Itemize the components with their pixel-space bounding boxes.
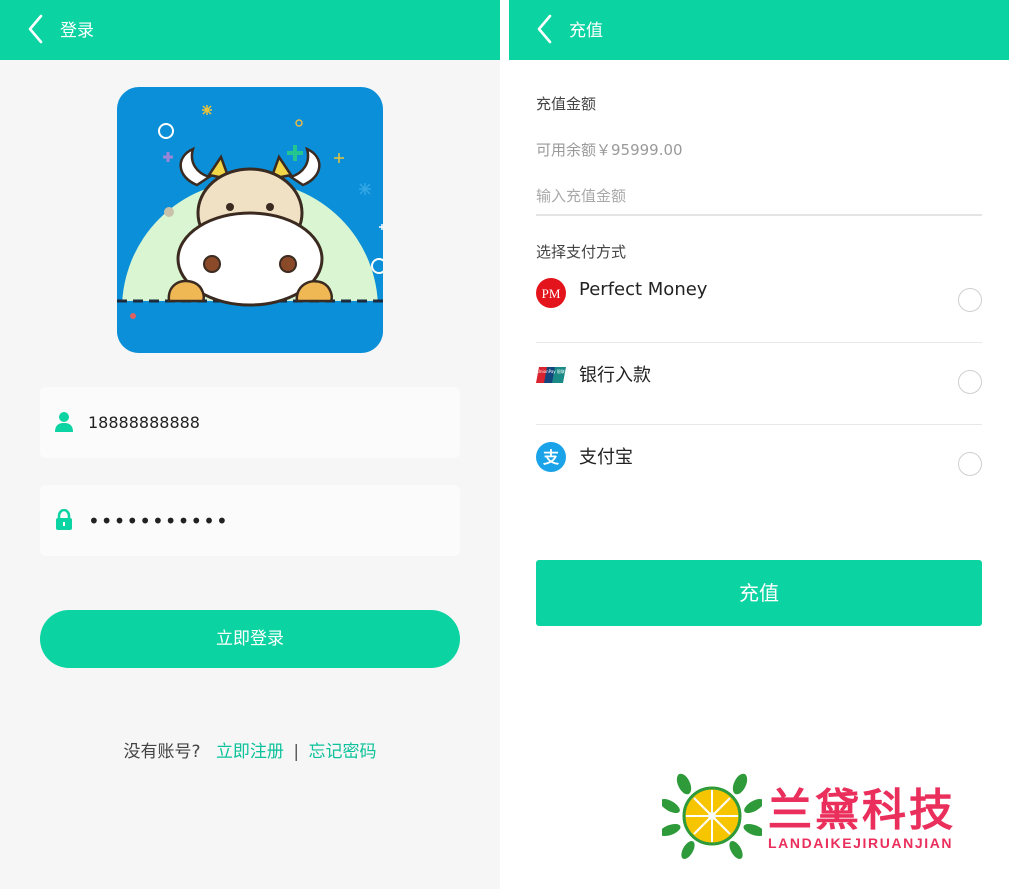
no-account-text: 没有账号?	[123, 742, 201, 762]
payment-radio[interactable]	[958, 288, 982, 312]
login-header: 登录	[0, 0, 500, 60]
app-logo-cow	[117, 87, 383, 353]
payment-option-label: 支付宝	[579, 447, 633, 468]
password-input[interactable]	[88, 485, 448, 556]
phone-input[interactable]	[88, 387, 448, 458]
login-button[interactable]: 立即登录	[40, 610, 460, 668]
watermark-cn-text: 兰黛科技	[768, 785, 956, 836]
phone-field	[40, 387, 460, 458]
user-icon	[55, 412, 73, 432]
page-title: 充值	[569, 21, 603, 41]
payment-option-perfect-money[interactable]: PM Perfect Money	[536, 261, 982, 343]
register-link[interactable]: 立即注册	[216, 742, 284, 762]
back-arrow-icon[interactable]	[533, 12, 563, 46]
unionpay-icon: UnionPay 银联	[536, 367, 566, 383]
svg-text:UnionPay 银联: UnionPay 银联	[537, 368, 565, 374]
recharge-header: 充值	[509, 0, 1009, 60]
watermark-logo: 兰黛科技 LANDAIKEJIRUANJIAN	[662, 772, 982, 862]
forgot-password-link[interactable]: 忘记密码	[308, 742, 376, 762]
password-field	[40, 485, 460, 556]
balance-text: 可用余额￥95999.00	[536, 141, 683, 159]
amount-input[interactable]	[536, 178, 982, 216]
link-separator: |	[293, 742, 300, 762]
lock-icon	[56, 509, 72, 530]
payment-option-alipay[interactable]: 支 支付宝	[536, 425, 982, 507]
payment-option-label: Perfect Money	[579, 279, 708, 300]
perfect-money-icon: PM	[536, 278, 566, 308]
payment-option-bank[interactable]: UnionPay 银联 银行入款	[536, 343, 982, 425]
amount-label: 充值金额	[536, 95, 597, 113]
back-arrow-icon[interactable]	[24, 12, 54, 46]
svg-text:支: 支	[542, 448, 560, 467]
panel-divider	[500, 0, 509, 889]
payment-radio[interactable]	[958, 452, 982, 476]
lemon-leaf-icon	[662, 773, 762, 860]
svg-text:PM: PM	[542, 286, 561, 301]
payment-method-label: 选择支付方式	[536, 243, 627, 261]
watermark-en-text: LANDAIKEJIRUANJIAN	[768, 835, 954, 851]
recharge-submit-button[interactable]: 充值	[536, 560, 982, 626]
payment-option-label: 银行入款	[579, 365, 651, 386]
payment-radio[interactable]	[958, 370, 982, 394]
page-title: 登录	[60, 21, 94, 41]
login-footer-links: 没有账号? 立即注册 | 忘记密码	[0, 737, 500, 762]
login-screen: 登录 18888888888 ••••••••••• 立即登录 没有账号? 立即…	[0, 0, 500, 889]
recharge-screen: 充值 充值金额 可用余额￥95999.00 选择支付方式 PM Perfect …	[509, 0, 1009, 889]
alipay-icon: 支	[536, 442, 566, 472]
